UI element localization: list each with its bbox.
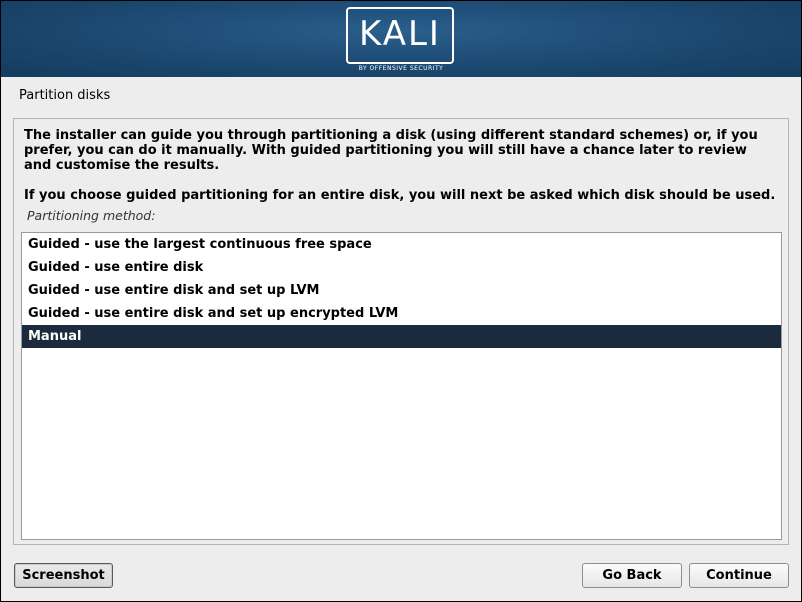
partitioning-method-label: Partitioning method: — [27, 208, 156, 223]
continue-button[interactable]: Continue — [689, 563, 789, 588]
list-item-guided-largest-free-space[interactable]: Guided - use the largest continuous free… — [22, 233, 781, 256]
kali-logo-text: KALI — [359, 14, 441, 54]
go-back-button[interactable]: Go Back — [582, 563, 682, 588]
description-text-2: If you choose guided partitioning for an… — [24, 188, 776, 203]
installer-window: KALI BY OFFENSIVE SECURITY Partition dis… — [1, 1, 801, 601]
list-item-guided-entire-disk-encrypted-lvm[interactable]: Guided - use entire disk and set up encr… — [22, 302, 781, 325]
description-text: The installer can guide you through part… — [24, 128, 758, 173]
screenshot-button[interactable]: Screenshot — [14, 563, 113, 588]
page-title: Partition disks — [19, 88, 111, 103]
list-item-guided-entire-disk-lvm[interactable]: Guided - use entire disk and set up LVM — [22, 279, 781, 302]
kali-banner: KALI BY OFFENSIVE SECURITY — [1, 1, 801, 77]
partitioning-method-list[interactable]: Guided - use the largest continuous free… — [21, 232, 782, 540]
kali-logo-subtitle: BY OFFENSIVE SECURITY — [358, 65, 444, 72]
kali-logo: KALI — [346, 7, 454, 64]
list-item-guided-entire-disk[interactable]: Guided - use entire disk — [22, 256, 781, 279]
list-item-manual[interactable]: Manual — [22, 325, 781, 348]
content-panel: The installer can guide you through part… — [13, 118, 789, 545]
